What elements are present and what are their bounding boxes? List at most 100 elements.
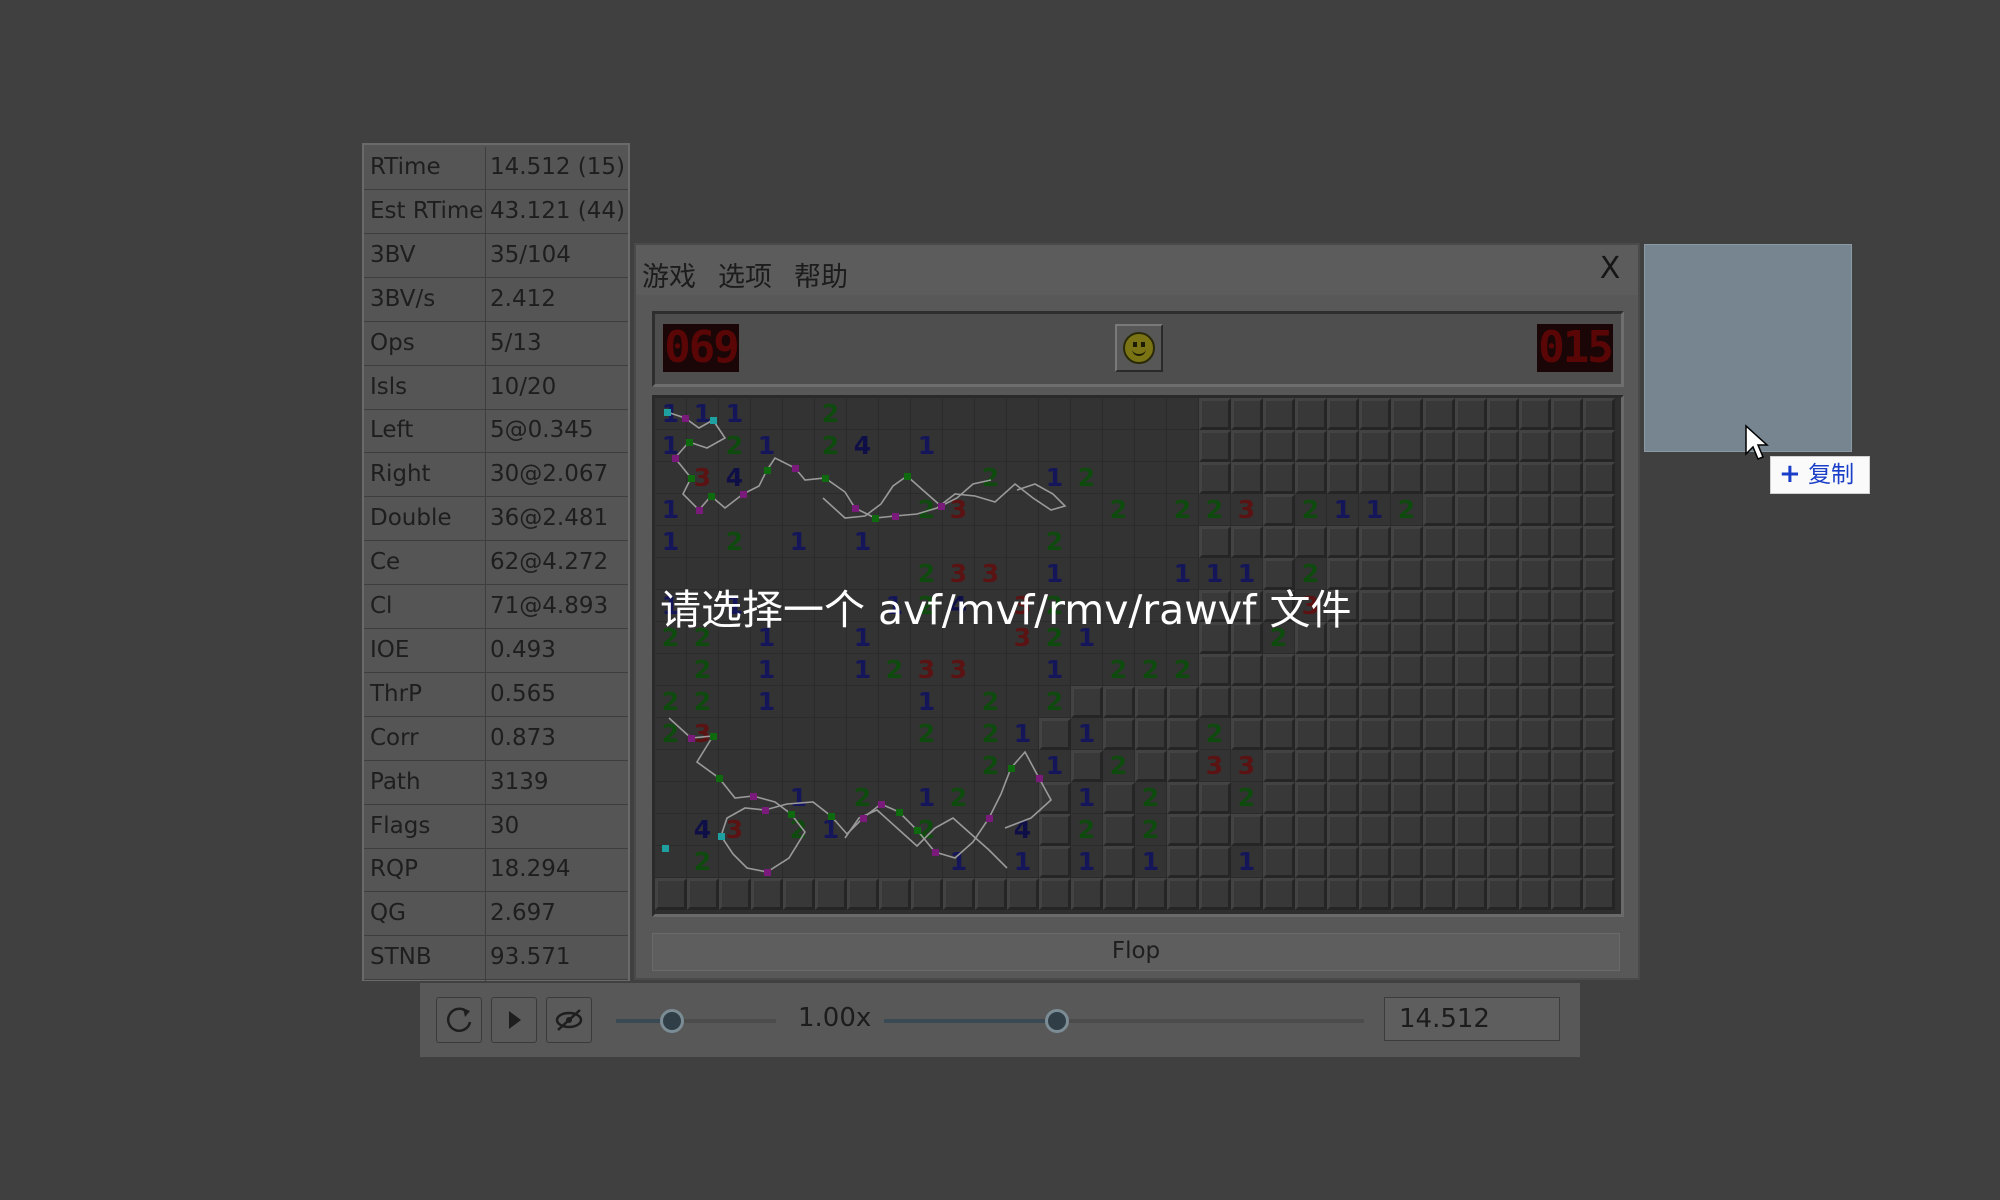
stat-key: Isls xyxy=(370,373,408,400)
stat-row: 3BV/s 2.412 xyxy=(364,277,628,322)
mine-counter: 069 xyxy=(663,322,740,373)
click-marker xyxy=(1008,765,1015,772)
stat-key: Cl xyxy=(370,593,393,619)
click-marker xyxy=(710,733,717,740)
stat-value: 2.697 xyxy=(490,900,556,927)
stat-key: Flags xyxy=(370,812,431,839)
play-icon xyxy=(509,1011,521,1029)
stat-value: 0.873 xyxy=(490,724,556,751)
stat-key: RTime xyxy=(370,154,441,180)
stat-key: STNB xyxy=(370,944,432,971)
status-bar: Flop xyxy=(652,933,1620,971)
click-marker xyxy=(682,415,689,422)
timer-counter: 015 xyxy=(1537,322,1614,373)
stat-row: Cl 71@4.893 xyxy=(364,584,628,629)
stat-row: STNB 93.571 xyxy=(364,935,628,981)
menu-options[interactable]: 选项 xyxy=(718,255,772,294)
progress-slider-thumb[interactable] xyxy=(1044,1009,1069,1033)
mouse-path-overlay xyxy=(666,411,1067,873)
stat-key: Left xyxy=(370,417,414,444)
copy-tooltip[interactable]: + 复制 xyxy=(1770,456,1870,494)
stat-key: ThrP xyxy=(370,680,422,707)
minefield-board[interactable]: 1112121241342121232223211212112233111121… xyxy=(652,395,1624,917)
mouse-pointer-icon xyxy=(1745,424,1769,460)
stat-row: Double 36@2.481 xyxy=(364,496,628,542)
replay-button[interactable] xyxy=(436,997,482,1043)
stat-value: 10/20 xyxy=(490,373,557,400)
click-marker xyxy=(892,513,899,520)
stat-key: Ops xyxy=(370,329,415,356)
stat-key: Est RTime xyxy=(370,197,484,224)
stat-value: 71@4.893 xyxy=(490,593,609,619)
click-marker xyxy=(852,505,859,512)
stat-value: 35/104 xyxy=(490,241,571,268)
copy-label: 复制 xyxy=(1808,462,1855,488)
menu-game[interactable]: 游戏 xyxy=(642,255,696,294)
stats-panel: RTime 14.512 (15) Est RTime 43.121 (44) 3BV 3… xyxy=(362,143,630,981)
click-marker xyxy=(860,815,867,822)
click-marker xyxy=(664,409,671,416)
stat-row: RTime 14.512 (15) xyxy=(364,145,628,190)
toggle-visibility-button[interactable] xyxy=(546,997,592,1043)
stat-key: Corr xyxy=(370,724,419,751)
stat-row: Right 30@2.067 xyxy=(364,452,628,498)
progress-slider-fill xyxy=(884,1019,1057,1023)
stat-key: Path xyxy=(370,768,421,795)
click-marker xyxy=(696,507,703,514)
smiley-face-button[interactable] xyxy=(1115,324,1163,372)
plus-icon: + xyxy=(1779,459,1801,489)
play-button[interactable] xyxy=(491,997,537,1043)
click-marker xyxy=(872,515,879,522)
click-marker xyxy=(688,475,695,482)
stat-key: Ce xyxy=(370,549,401,576)
stat-value: 36@2.481 xyxy=(490,505,609,532)
top-panel: 069 015 xyxy=(652,311,1624,387)
menu-help[interactable]: 帮助 xyxy=(794,255,848,294)
stat-row: 3BV 35/104 xyxy=(364,233,628,278)
stat-row: Flags 30 xyxy=(364,804,628,849)
stat-value: 3139 xyxy=(490,768,549,795)
stat-value: 43.121 (44) xyxy=(490,197,626,224)
smiley-mouth xyxy=(1132,346,1146,356)
stat-value: 14.512 (15) xyxy=(490,154,626,180)
stat-row: Isls 10/20 xyxy=(364,365,628,410)
stat-value: 93.571 xyxy=(490,944,571,971)
click-marker xyxy=(710,417,717,424)
click-marker xyxy=(686,439,693,446)
stat-value: 62@4.272 xyxy=(490,549,609,576)
progress-slider[interactable] xyxy=(884,1001,1364,1041)
stat-value: 0.565 xyxy=(490,680,556,707)
stat-value: 0.493 xyxy=(490,636,556,663)
stat-key: RQP xyxy=(370,856,418,883)
replay-icon xyxy=(446,1007,472,1032)
eye-slash-icon xyxy=(555,1009,583,1031)
preview-thumbnail[interactable] xyxy=(1644,244,1852,452)
stat-value: 30 xyxy=(490,812,520,839)
click-marker xyxy=(932,849,939,856)
stat-row: Left 5@0.345 xyxy=(364,408,628,454)
click-marker xyxy=(718,833,725,840)
playback-controls: 1.00x 14.512 xyxy=(420,983,1580,1057)
stat-key: 3BV/s xyxy=(370,285,436,312)
stat-row: Corr 0.873 xyxy=(364,716,628,761)
stat-row: Ops 5/13 xyxy=(364,321,628,366)
click-marker xyxy=(762,807,769,814)
stat-value: 5/13 xyxy=(490,329,542,356)
stat-value: 30@2.067 xyxy=(490,461,609,488)
stat-value: 5@0.345 xyxy=(490,417,594,444)
time-input[interactable]: 14.512 xyxy=(1384,997,1560,1041)
close-button[interactable]: X xyxy=(1592,251,1628,287)
stat-key: QG xyxy=(370,900,406,927)
speed-slider[interactable] xyxy=(616,1001,776,1041)
click-marker xyxy=(904,473,911,480)
stat-key: Right xyxy=(370,461,431,488)
stat-key: IOE xyxy=(370,636,410,663)
speed-slider-thumb[interactable] xyxy=(660,1009,684,1033)
stat-row: Est RTime 43.121 (44) xyxy=(364,189,628,234)
click-marker xyxy=(914,827,921,834)
stat-row: RQP 18.294 xyxy=(364,847,628,893)
open-file-prompt: 请选择一个 avf/mvf/rmv/rawvf 文件 xyxy=(660,586,1352,634)
speed-label: 1.00x xyxy=(798,1003,872,1033)
menu-bar: 游戏 选项 帮助 X xyxy=(636,245,1638,295)
stat-row: ThrP 0.565 xyxy=(364,672,628,717)
